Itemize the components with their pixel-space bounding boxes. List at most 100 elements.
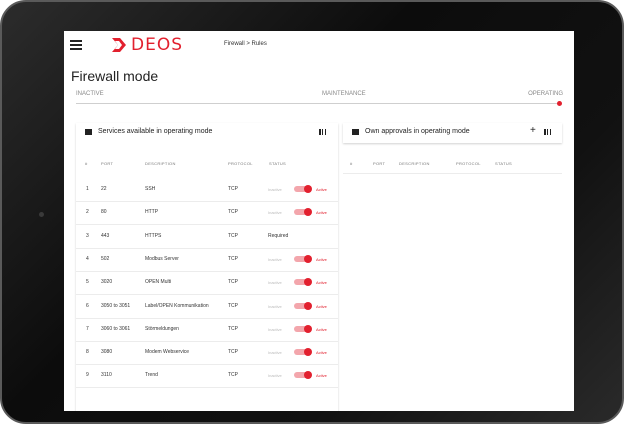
approvals-panel-header: Own approvals in operating mode +	[343, 123, 562, 143]
column-header-port[interactable]: PORT	[101, 161, 113, 166]
status-inactive-label: Inactive	[268, 210, 282, 216]
row-protocol: TCP	[228, 232, 238, 239]
column-header-port[interactable]: PORT	[373, 161, 385, 166]
row-port: 3080	[101, 349, 113, 356]
row-protocol: TCP	[228, 325, 238, 332]
row-port: 3060 to 3061	[101, 325, 131, 332]
toggle-knob	[304, 371, 312, 380]
table-row[interactable]: 1 22 SSH TCP Inactive Active	[76, 178, 338, 202]
row-description: HTTP	[145, 209, 159, 216]
status-active-label: Active	[316, 350, 327, 356]
toggle-knob	[304, 185, 312, 193]
row-number: 5	[86, 279, 89, 286]
approvals-panel-title: Own approvals in operating mode	[365, 128, 470, 135]
deos-logo-mark	[112, 38, 126, 52]
mode-slider-thumb[interactable]	[557, 101, 562, 106]
status-inactive-label: Inactive	[268, 373, 282, 379]
services-panel-title: Services available in operating mode	[98, 128, 213, 135]
status-inactive-label: Inactive	[268, 187, 282, 192]
mode-maintenance-label[interactable]: MAINTENANCE	[322, 91, 366, 97]
table-row[interactable]: 6 3050 to 3051 Label/OPEN Kommunikation TCP…	[76, 295, 338, 319]
mode-slider[interactable]	[76, 101, 562, 106]
plus-icon[interactable]: +	[530, 125, 536, 137]
row-port: 443	[101, 232, 110, 239]
breadcrumb[interactable]: Firewall > Rules	[224, 41, 267, 47]
row-number: 8	[86, 349, 89, 356]
row-port: 3110	[101, 372, 112, 379]
table-row[interactable]: 2 80 HTTP TCP Inactive Active	[76, 201, 338, 226]
menu-icon[interactable]	[70, 40, 82, 50]
status-toggle[interactable]	[294, 348, 312, 357]
table-row[interactable]: 7 3060 to 3061 Störmeldungen TCP Inactive Act…	[76, 318, 338, 342]
table-row[interactable]: 8 3080 Modem Webservice TCP Inactive Active	[76, 341, 338, 366]
tablet-frame: DEOS Firewall > Rules Firewall mode INAC…	[0, 0, 624, 424]
row-description: Label/OPEN Kommunikation	[145, 302, 209, 309]
approvals-panel: Own approvals in operating mode +	[343, 123, 562, 143]
status-toggle[interactable]	[294, 185, 312, 193]
column-header-status[interactable]: STATUS	[495, 161, 512, 166]
status-active-label: Active	[316, 187, 327, 192]
column-header-protocol[interactable]: PROTOCOL	[228, 161, 253, 166]
status-toggle[interactable]	[294, 371, 312, 380]
row-number: 3	[86, 232, 89, 239]
row-description: SSH	[145, 186, 156, 192]
toggle-knob	[304, 208, 312, 217]
mode-slider-fill	[76, 103, 560, 104]
approvals-table-header: # PORT DESCRIPTION PROTOCOL STATUS	[343, 143, 562, 174]
list-icon	[352, 129, 359, 135]
status-inactive-label: Inactive	[268, 326, 282, 332]
status-toggle[interactable]	[294, 301, 312, 310]
services-panel: Services available in operating mode # P…	[76, 123, 338, 411]
column-header-status[interactable]: STATUS	[269, 161, 286, 166]
status-inactive-label: Inactive	[268, 350, 282, 356]
row-protocol: TCP	[228, 209, 238, 216]
status-required-text: Required	[268, 232, 289, 239]
status-active-label: Active	[316, 373, 327, 379]
camera-dot	[39, 212, 44, 217]
column-header-number[interactable]: #	[350, 161, 353, 166]
status-active-label: Active	[316, 210, 327, 216]
row-protocol: TCP	[228, 279, 238, 286]
column-header-number[interactable]: #	[85, 161, 88, 166]
table-row[interactable]: 5 3020 OPEN Multi TCP Inactive Active	[76, 271, 338, 296]
row-description: Modbus Server	[145, 255, 179, 262]
row-protocol: TCP	[228, 349, 238, 356]
status-active-label: Active	[316, 303, 327, 309]
column-header-protocol[interactable]: PROTOCOL	[456, 161, 481, 166]
row-number: 4	[86, 255, 89, 262]
columns-icon[interactable]	[544, 129, 551, 135]
column-header-description[interactable]: DESCRIPTION	[145, 161, 176, 166]
status-inactive-label: Inactive	[268, 256, 282, 262]
row-description: Trend	[145, 372, 158, 379]
row-protocol: TCP	[228, 186, 238, 192]
row-description: Störmeldungen	[145, 325, 179, 332]
row-description: Modem Webservice	[145, 349, 190, 356]
row-description: OPEN Multi	[145, 279, 172, 286]
table-row[interactable]: 4 502 Modbus Server TCP Inactive Active	[76, 248, 338, 272]
toggle-knob	[304, 324, 312, 333]
columns-icon[interactable]	[319, 129, 326, 135]
status-toggle[interactable]	[294, 324, 312, 333]
row-description: HTTPS	[145, 232, 162, 239]
mode-operating-label[interactable]: OPERATING	[528, 91, 563, 97]
row-port: 502	[101, 255, 110, 262]
toggle-knob	[304, 348, 312, 357]
column-header-description[interactable]: DESCRIPTION	[399, 161, 430, 166]
status-toggle[interactable]	[294, 278, 312, 287]
row-number: 1	[86, 186, 89, 192]
row-port: 80	[101, 209, 107, 216]
mode-inactive-label[interactable]: INACTIVE	[76, 91, 104, 97]
toggle-knob	[304, 301, 312, 310]
row-number: 9	[86, 372, 89, 379]
logo-text: DEOS	[131, 35, 184, 55]
mode-labels: INACTIVE MAINTENANCE OPERATING	[76, 91, 563, 101]
row-protocol: TCP	[228, 302, 238, 309]
row-number: 6	[86, 302, 89, 309]
status-toggle[interactable]	[294, 254, 312, 263]
status-inactive-label: Inactive	[268, 280, 282, 286]
table-row[interactable]: 9 3110 Trend TCP Inactive Active	[76, 364, 338, 389]
status-toggle[interactable]	[294, 208, 312, 217]
row-protocol: TCP	[228, 372, 238, 379]
table-row[interactable]: 3 443 HTTPS TCP Required	[76, 225, 338, 249]
toggle-knob	[304, 254, 312, 263]
